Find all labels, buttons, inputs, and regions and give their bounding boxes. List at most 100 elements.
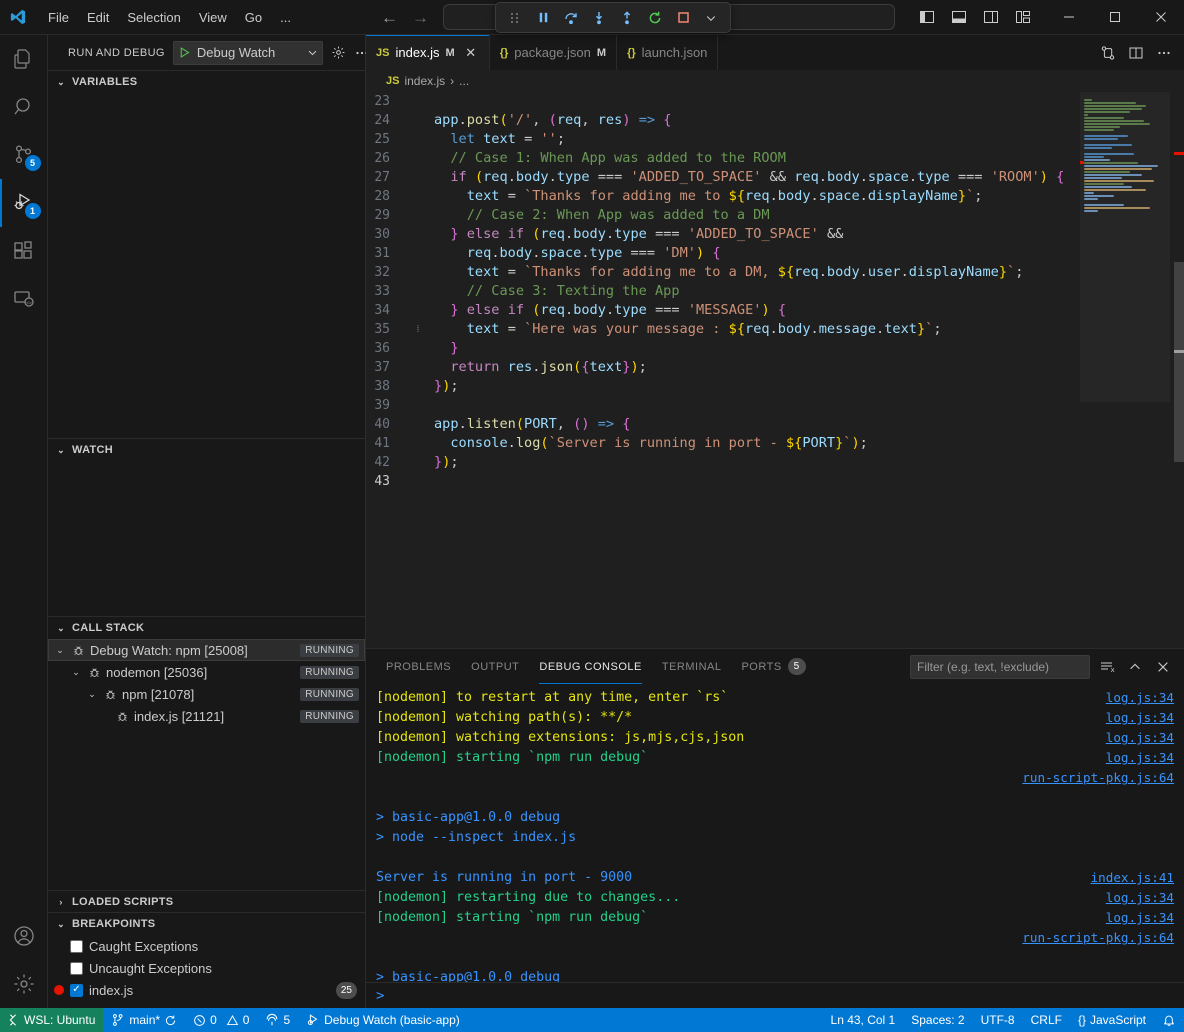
status-eol[interactable]: CRLF [1023,1008,1070,1032]
chevron-down-icon[interactable]: ⌄ [86,689,98,700]
call-stack-row[interactable]: ⌄ Debug Watch: npm [25008] RUNNING [48,639,365,661]
minimap[interactable] [1080,92,1170,648]
chevron-down-icon[interactable] [698,6,724,30]
code-line: 24 app.post('/', (req, res) => { [366,111,1184,130]
gear-icon[interactable] [331,42,346,64]
back-arrow-icon[interactable]: ← [381,9,398,26]
play-icon[interactable] [178,46,191,59]
console-source-link[interactable]: log.js:34 [1106,728,1174,748]
breakpoint-row[interactable]: Uncaught Exceptions [48,957,365,979]
clear-console-icon[interactable]: x [1096,656,1118,678]
compare-changes-icon[interactable] [1096,41,1120,65]
chevron-up-icon[interactable] [1124,656,1146,678]
launch-configuration-select[interactable]: Debug Watch [173,41,323,65]
more-actions-icon[interactable] [1152,41,1176,65]
debug-console-input[interactable]: > [366,982,1184,1008]
breakpoint-row[interactable]: index.js 25 [48,979,365,1001]
console-source-link[interactable]: run-script-pkg.js:64 [1022,768,1174,788]
toggle-primary-sidebar-icon[interactable] [914,5,940,29]
breakpoint-checkbox[interactable] [70,984,83,997]
menu-file[interactable]: File [40,7,77,28]
bell-icon[interactable] [1162,1013,1176,1027]
status-ports[interactable]: 5 [257,1008,298,1032]
maximize-button[interactable] [1092,0,1138,35]
drag-handle-icon[interactable] [502,6,528,30]
tab-launch-json[interactable]: {} launch.json [617,35,718,70]
pane-header-watch[interactable]: ⌄ WATCH [48,439,365,461]
tab-debug-console[interactable]: DEBUG CONSOLE [529,649,651,684]
forward-arrow-icon[interactable]: → [412,9,429,26]
activity-item-accounts[interactable] [0,912,48,960]
menu-edit[interactable]: Edit [79,7,117,28]
console-source-link[interactable]: log.js:34 [1106,708,1174,728]
console-source-link[interactable]: log.js:34 [1106,908,1174,928]
close-icon[interactable]: ✕ [463,45,479,61]
activity-item-explorer[interactable] [0,35,48,83]
activity-item-extensions[interactable] [0,227,48,275]
chevron-down-icon[interactable]: ⌄ [70,667,82,678]
breakpoint-row[interactable]: Caught Exceptions [48,935,365,957]
stop-icon[interactable] [670,6,696,30]
breakpoint-checkbox[interactable] [70,940,83,953]
minimize-button[interactable] [1046,0,1092,35]
activity-item-run-and-debug[interactable]: 1 [0,179,48,227]
status-debug-session[interactable]: Debug Watch (basic-app) [298,1008,468,1032]
tab-index-js[interactable]: JS index.js M ✕ [366,35,490,70]
pane-header-loaded-scripts[interactable]: › LOADED SCRIPTS [48,891,365,913]
status-branch[interactable]: main* [103,1008,185,1032]
status-cursor-position[interactable]: Ln 43, Col 1 [823,1008,904,1032]
status-problems[interactable]: 0 0 [185,1008,257,1032]
toggle-secondary-sidebar-icon[interactable] [978,5,1004,29]
activity-item-settings[interactable] [0,960,48,1008]
restart-icon[interactable] [642,6,668,30]
menu-selection[interactable]: Selection [119,7,188,28]
close-button[interactable] [1138,0,1184,35]
code-editor[interactable]: 23 24 app.post('/', (req, res) => { 25 l… [366,92,1184,648]
breadcrumb-more[interactable]: ... [459,74,469,88]
call-stack-row[interactable]: ⌄ npm [21078] RUNNING [48,683,365,705]
menu-more[interactable]: ... [272,7,299,28]
tab-terminal[interactable]: TERMINAL [652,649,732,684]
pane-header-call-stack[interactable]: ⌄ CALL STACK [48,617,365,639]
status-encoding[interactable]: UTF-8 [973,1008,1023,1032]
console-source-link[interactable]: log.js:34 [1106,748,1174,768]
chevron-down-icon[interactable] [307,47,318,58]
toggle-panel-icon[interactable] [946,5,972,29]
status-language-mode[interactable]: {} JavaScript [1070,1008,1154,1032]
customize-layout-icon[interactable] [1010,5,1036,29]
status-indentation[interactable]: Spaces: 2 [903,1008,972,1032]
tab-package-json[interactable]: {} package.json M [490,35,617,70]
activity-item-search[interactable] [0,83,48,131]
activity-item-remote-explorer[interactable]: <> [0,275,48,323]
split-editor-icon[interactable] [1124,41,1148,65]
chevron-down-icon[interactable]: ⌄ [54,645,66,656]
activity-item-source-control[interactable]: 5 [0,131,48,179]
console-source-link[interactable]: run-script-pkg.js:64 [1022,928,1174,948]
chevron-down-icon: ⌄ [54,77,68,88]
editor-scrollbar[interactable] [1174,262,1184,462]
pane-header-breakpoints[interactable]: ⌄ BREAKPOINTS [48,913,365,935]
menu-view[interactable]: View [191,7,235,28]
step-over-icon[interactable] [558,6,584,30]
step-into-icon[interactable] [586,6,612,30]
breadcrumb-file[interactable]: index.js [404,74,445,88]
tab-ports[interactable]: PORTS 5 [731,649,815,684]
call-stack-row[interactable]: index.js [21121] RUNNING [48,705,365,727]
pane-header-variables[interactable]: ⌄ VARIABLES [48,71,365,93]
tab-problems[interactable]: PROBLEMS [376,649,461,684]
pause-icon[interactable] [530,6,556,30]
console-filter-input[interactable]: Filter (e.g. text, !exclude) [910,655,1090,679]
console-source-link[interactable]: log.js:34 [1106,688,1174,708]
console-source-link[interactable]: log.js:34 [1106,888,1174,908]
breakpoint-checkbox[interactable] [70,962,83,975]
console-source-link[interactable]: index.js:41 [1091,868,1174,888]
status-remote-host[interactable]: WSL: Ubuntu [0,1008,103,1032]
step-out-icon[interactable] [614,6,640,30]
debug-console-output[interactable]: [nodemon] to restart at any time, enter … [366,684,1184,982]
status-notifications[interactable] [1154,1008,1184,1032]
call-stack-row[interactable]: ⌄ nodemon [25036] RUNNING [48,661,365,683]
sync-icon[interactable] [164,1014,177,1027]
menu-go[interactable]: Go [237,7,270,28]
close-icon[interactable] [1152,656,1174,678]
tab-output[interactable]: OUTPUT [461,649,529,684]
